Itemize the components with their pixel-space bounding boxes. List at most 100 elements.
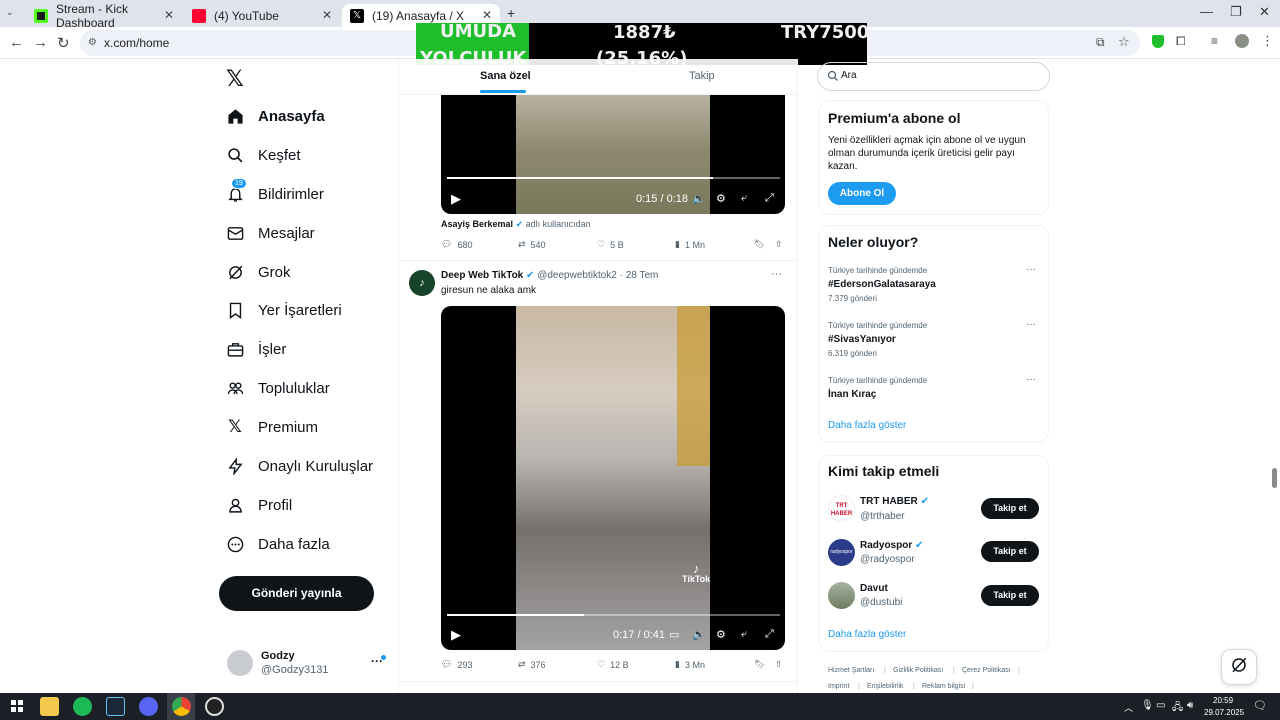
author-name[interactable]: Deep Web TikTok bbox=[441, 270, 523, 281]
steam-icon[interactable] bbox=[106, 697, 125, 716]
show-more-follow[interactable]: Daha fazla göster bbox=[828, 629, 906, 640]
footer-link[interactable]: Gizlilik Politikası bbox=[893, 667, 943, 674]
nav-verified-orgs[interactable]: Onaylı Kuruluşlar bbox=[226, 451, 373, 481]
captions-icon[interactable]: ▭ bbox=[669, 628, 679, 641]
media-controls-icon[interactable]: ≡ bbox=[1211, 34, 1218, 48]
x-logo-icon[interactable]: 𝕏 bbox=[226, 66, 244, 92]
play-icon[interactable]: ▶ bbox=[451, 627, 461, 643]
nav-grok[interactable]: Grok bbox=[226, 257, 291, 287]
install-app-icon[interactable]: ⧉ bbox=[1096, 35, 1105, 50]
settings-icon[interactable]: ⚙ bbox=[716, 628, 726, 641]
nav-more[interactable]: Daha fazla bbox=[226, 529, 330, 559]
nav-messages[interactable]: Mesajlar bbox=[226, 218, 315, 248]
footer-link[interactable]: Reklam bilgisi bbox=[922, 683, 965, 690]
follow-name[interactable]: TRT HABER ✔ bbox=[860, 496, 929, 507]
reply-button[interactable]: 💬︎ 293 bbox=[441, 659, 472, 670]
new-tab-button[interactable]: + bbox=[507, 5, 515, 21]
tab-search-icon[interactable]: ⌄ bbox=[6, 7, 14, 18]
nav-bookmarks[interactable]: Yer İşaretleri bbox=[226, 295, 342, 325]
pip-icon[interactable]: ⤶ bbox=[741, 192, 747, 205]
fullscreen-icon[interactable]: ⤢ bbox=[765, 192, 774, 205]
extension-shield-icon[interactable] bbox=[1152, 35, 1164, 48]
close-window-icon[interactable]: ✕ bbox=[1259, 4, 1270, 20]
davut-avatar[interactable] bbox=[828, 582, 855, 609]
notification-center-icon[interactable]: 🗨︎ bbox=[1253, 699, 1267, 712]
profile-avatar[interactable] bbox=[1235, 34, 1249, 48]
windows-start-icon[interactable] bbox=[11, 700, 23, 712]
file-explorer-icon[interactable] bbox=[40, 697, 59, 716]
spotify-icon[interactable] bbox=[73, 697, 92, 716]
views-button[interactable]: ▮ 1 Mn bbox=[675, 239, 705, 250]
trend-more-icon[interactable]: ··· bbox=[1026, 264, 1036, 275]
share-icon[interactable]: ⇧ bbox=[775, 659, 783, 670]
author-avatar[interactable]: ♪ bbox=[409, 270, 435, 296]
share-icon[interactable]: ⇧ bbox=[775, 239, 783, 250]
nav-home[interactable]: Anasayfa bbox=[226, 101, 325, 131]
obs-icon[interactable] bbox=[205, 697, 224, 716]
page-scrollbar-thumb[interactable] bbox=[1272, 468, 1277, 488]
close-icon[interactable]: ✕ bbox=[482, 8, 492, 22]
nav-explore[interactable]: Keşfet bbox=[226, 140, 301, 170]
repost-button[interactable]: ⇄ 376 bbox=[518, 659, 546, 670]
discord-icon[interactable] bbox=[139, 697, 158, 716]
post-more-icon[interactable]: ··· bbox=[771, 268, 782, 280]
post1-video[interactable]: ▶ 0:15 / 0:18 🔈 ⚙ ⤶ ⤢ bbox=[441, 95, 785, 214]
nav-communities[interactable]: Topluluklar bbox=[226, 373, 330, 403]
footer-link[interactable]: Imprint bbox=[828, 683, 849, 690]
extensions-icon[interactable]: ⧠ bbox=[1176, 34, 1186, 49]
trend-name[interactable]: İnan Kıraç bbox=[828, 389, 876, 400]
screen-icon[interactable]: ▭ bbox=[1156, 700, 1165, 711]
progress-track[interactable] bbox=[447, 177, 780, 179]
like-button[interactable]: ♡ 12 B bbox=[597, 659, 629, 670]
close-icon[interactable]: ✕ bbox=[164, 8, 174, 22]
follow-name[interactable]: Radyospor ✔ bbox=[860, 540, 923, 551]
tab-kick-dashboard[interactable]: Stream - Kick Dashboard ✕ bbox=[26, 2, 182, 30]
grok-fab[interactable] bbox=[1221, 649, 1257, 685]
microphone-icon[interactable]: 🎙︎ bbox=[1141, 700, 1154, 711]
post-button[interactable]: Gönderi yayınla bbox=[219, 576, 374, 611]
trend-more-icon[interactable]: ··· bbox=[1026, 374, 1036, 385]
trend-name[interactable]: #SivasYanıyor bbox=[828, 334, 896, 345]
nav-notifications[interactable]: 19 Bildirimler bbox=[226, 178, 324, 209]
clock-time[interactable]: 20:59 bbox=[1213, 696, 1233, 705]
post2-video[interactable]: ♪ TikTok ▶ 0:17 / 0:41 ▭ 🔈 ⚙ ⤶ ⤢ bbox=[441, 306, 785, 650]
nav-profile[interactable]: Profil bbox=[226, 490, 292, 520]
close-icon[interactable]: ✕ bbox=[322, 8, 332, 22]
follow-name[interactable]: Davut bbox=[860, 583, 888, 594]
restore-icon[interactable]: ❐ bbox=[1230, 4, 1242, 20]
back-icon[interactable]: ← bbox=[9, 34, 24, 51]
footer-link[interactable]: Erişilebilirlik bbox=[867, 683, 904, 690]
like-button[interactable]: ♡ 5 B bbox=[597, 239, 624, 250]
volume-icon[interactable]: 🔈 bbox=[692, 628, 706, 641]
minimize-icon[interactable]: — bbox=[1200, 4, 1213, 19]
chrome-icon[interactable] bbox=[172, 697, 191, 716]
footer-link[interactable]: Çerez Politikası bbox=[962, 667, 1011, 674]
follow-button[interactable]: Takip et bbox=[981, 541, 1039, 562]
network-icon[interactable]: 🖧︎ bbox=[1172, 700, 1183, 717]
footer-link[interactable]: Hizmet Şartları bbox=[828, 667, 874, 674]
follow-button[interactable]: Takip et bbox=[981, 498, 1039, 519]
bookmark-post-icon[interactable]: 🔖︎ bbox=[754, 659, 765, 670]
nav-jobs[interactable]: İşler bbox=[226, 334, 286, 364]
radyospor-avatar[interactable]: radyospor bbox=[828, 539, 855, 566]
tab-following[interactable]: Takip bbox=[689, 70, 715, 82]
forward-icon[interactable]: → bbox=[33, 34, 48, 51]
bookmark-star-icon[interactable]: ☆ bbox=[1118, 34, 1130, 50]
volume-icon[interactable]: 🔊︎ bbox=[1187, 700, 1193, 711]
repost-button[interactable]: ⇄ 540 bbox=[518, 239, 546, 250]
author-handle[interactable]: @deepwebtiktok2 · 28 Tem bbox=[537, 270, 658, 281]
credit-name[interactable]: Asayiş Berkemal bbox=[441, 219, 513, 229]
bookmark-post-icon[interactable]: 🔖︎ bbox=[754, 239, 765, 250]
reload-icon[interactable]: ↻ bbox=[57, 34, 70, 52]
chrome-menu-icon[interactable]: ⋮ bbox=[1261, 33, 1274, 49]
site-info-icon[interactable]: ⚙ bbox=[88, 30, 97, 56]
trt-avatar[interactable]: TRT HABER bbox=[828, 495, 855, 522]
subscribe-button[interactable]: Abone Ol bbox=[828, 182, 896, 205]
play-icon[interactable]: ▶ bbox=[451, 191, 461, 207]
search-box[interactable]: Ara bbox=[817, 62, 1050, 91]
show-more-trends[interactable]: Daha fazla göster bbox=[828, 420, 906, 431]
account-switcher[interactable]: Godzy @Godzy3131 ··· bbox=[218, 645, 388, 685]
reply-button[interactable]: 💬︎ 680 bbox=[441, 239, 472, 250]
clock-date[interactable]: 29.07.2025 bbox=[1204, 708, 1244, 717]
tray-chevron-icon[interactable]: ︿ bbox=[1124, 701, 1133, 714]
